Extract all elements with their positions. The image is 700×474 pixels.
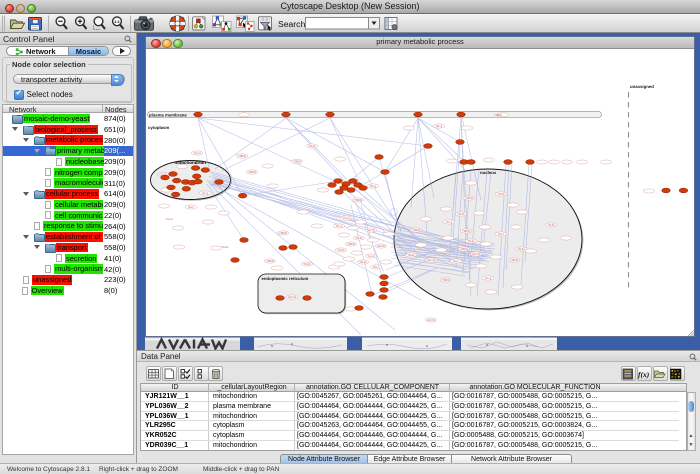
svg-text:YLm-d: YLm-d [367, 255, 375, 258]
svg-text:YDR34: YDR34 [279, 232, 287, 235]
svg-text:YDR34: YDR34 [465, 197, 473, 200]
svg-text:YDR34: YDR34 [293, 160, 301, 163]
svg-text:YKL21: YKL21 [457, 213, 465, 216]
svg-text:YLm-d: YLm-d [342, 217, 350, 220]
svg-text:GLK-W: GLK-W [288, 296, 297, 299]
svg-text:YKL21: YKL21 [407, 254, 415, 257]
svg-text:YKL21: YKL21 [308, 145, 316, 148]
svg-text:Orn-g: Orn-g [370, 185, 377, 188]
svg-text:mitochondrion: mitochondrion [175, 159, 207, 164]
svg-text:GLK-W: GLK-W [377, 245, 386, 248]
svg-text:YDR34: YDR34 [460, 248, 468, 251]
svg-text:Orn-g: Orn-g [436, 125, 443, 128]
svg-text:1:1: 1:1 [114, 19, 120, 24]
svg-text:GLK-W: GLK-W [367, 229, 376, 232]
svg-text:YDR34: YDR34 [266, 260, 274, 263]
svg-text:unassigned: unassigned [630, 84, 654, 89]
svg-text:GLK-W: GLK-W [427, 259, 436, 262]
svg-text:YDR34: YDR34 [354, 199, 362, 202]
svg-text:YLm-d: YLm-d [193, 152, 201, 155]
svg-text:GLK-W: GLK-W [427, 319, 436, 322]
svg-text:YKL21: YKL21 [221, 246, 229, 249]
svg-text:YKL21: YKL21 [355, 237, 363, 240]
svg-text:Search:: Search: [278, 19, 308, 29]
svg-text:nucleus: nucleus [480, 170, 497, 175]
svg-text:YKL21: YKL21 [359, 261, 367, 264]
svg-text:YKL21: YKL21 [337, 249, 345, 252]
svg-text:YDR34: YDR34 [347, 243, 355, 246]
svg-text:YKL21: YKL21 [517, 248, 525, 251]
svg-text:Orn-g: Orn-g [202, 192, 209, 195]
svg-text:YDR34: YDR34 [248, 171, 256, 174]
svg-text:YKL21: YKL21 [547, 224, 555, 227]
svg-text:YDR34: YDR34 [238, 155, 246, 158]
svg-text:YKL21: YKL21 [303, 263, 311, 266]
svg-text:YKL21: YKL21 [467, 240, 475, 243]
svg-text:YKL21: YKL21 [497, 193, 505, 196]
svg-text:fba-1: fba-1 [453, 260, 459, 263]
svg-text:YDR34: YDR34 [462, 230, 470, 233]
svg-text:fba-1: fba-1 [498, 233, 504, 236]
svg-text:fba-1: fba-1 [188, 206, 194, 209]
svg-text:Orn-g: Orn-g [336, 225, 343, 228]
svg-text:YDR34: YDR34 [510, 259, 518, 262]
svg-text:YDR34: YDR34 [494, 114, 502, 117]
svg-text:Orn-g: Orn-g [446, 221, 453, 224]
svg-text:YLm-d: YLm-d [165, 218, 173, 221]
svg-text:YDR34: YDR34 [442, 279, 450, 282]
svg-text:endoplasmic reticulum: endoplasmic reticulum [262, 276, 309, 281]
svg-text:plasma membrane: plasma membrane [149, 112, 187, 117]
svg-text:YDR34: YDR34 [412, 229, 420, 232]
svg-text:cytoplasm: cytoplasm [148, 125, 169, 130]
svg-text:fba-1: fba-1 [373, 266, 379, 269]
svg-text:Orn-g: Orn-g [485, 277, 492, 280]
svg-text:f(x): f(x) [638, 370, 650, 379]
svg-text:GLK-W: GLK-W [472, 253, 481, 256]
